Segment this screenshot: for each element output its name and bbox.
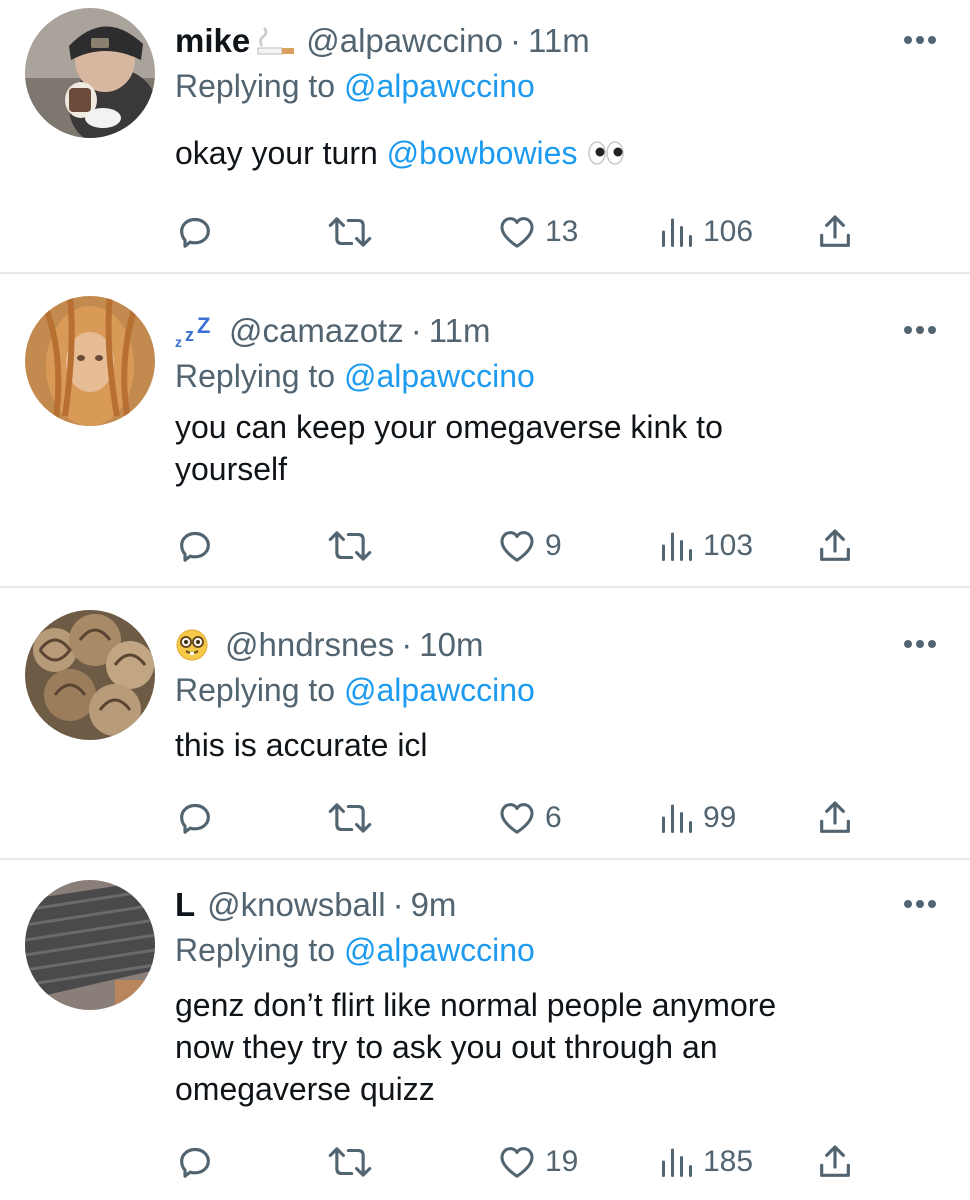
reply-item[interactable]: L @knowsball · 9m Replying to @alpawccin… bbox=[0, 860, 970, 1200]
share-button[interactable] bbox=[815, 1140, 855, 1184]
timestamp[interactable]: 10m bbox=[419, 626, 483, 664]
views-icon bbox=[659, 800, 695, 836]
replying-to: Replying to @alpawccino bbox=[175, 358, 535, 394]
views-button[interactable]: 185 bbox=[659, 1140, 753, 1184]
reply-header: @hndrsnes · 10m bbox=[175, 622, 940, 668]
like-button[interactable]: 13 bbox=[497, 210, 578, 254]
retweet-button[interactable] bbox=[327, 1140, 373, 1184]
views-icon bbox=[659, 214, 695, 250]
mention-link[interactable]: @bowbowies bbox=[387, 132, 578, 174]
avatar[interactable] bbox=[25, 8, 155, 138]
share-button[interactable] bbox=[815, 524, 855, 568]
retweet-icon bbox=[327, 798, 373, 838]
cigarette-icon bbox=[256, 26, 296, 56]
reply-button[interactable] bbox=[175, 210, 215, 254]
nerd-face-icon bbox=[175, 628, 209, 662]
like-count: 9 bbox=[545, 529, 562, 562]
views-icon bbox=[659, 1144, 695, 1180]
like-count: 6 bbox=[545, 801, 562, 834]
retweet-icon bbox=[327, 212, 373, 252]
reply-header: mike @alpawccino · 11m bbox=[175, 18, 940, 64]
more-options-icon[interactable] bbox=[900, 20, 940, 60]
like-count: 13 bbox=[545, 215, 579, 248]
handle[interactable]: @camazotz bbox=[229, 312, 404, 350]
reply-text: this is accurate icl bbox=[175, 727, 428, 763]
reply-button[interactable] bbox=[175, 1140, 215, 1184]
reply-button[interactable] bbox=[175, 796, 215, 840]
handle[interactable]: @hndrsnes bbox=[225, 626, 394, 664]
reply-item[interactable]: @hndrsnes · 10m Replying to @alpawccino … bbox=[0, 588, 970, 858]
views-count: 103 bbox=[703, 529, 754, 562]
svg-text:z: z bbox=[175, 334, 182, 349]
retweet-button[interactable] bbox=[327, 796, 373, 840]
heart-icon bbox=[497, 798, 537, 838]
reply-item[interactable]: mike @alpawccino · 11m Replying to @alpa… bbox=[0, 0, 970, 272]
heart-icon bbox=[497, 526, 537, 566]
like-button[interactable]: 9 bbox=[497, 524, 562, 568]
replying-to: Replying to @alpawccino bbox=[175, 68, 535, 104]
timestamp[interactable]: 9m bbox=[411, 886, 457, 924]
replying-to-link[interactable]: @alpawccino bbox=[344, 932, 535, 968]
reply-header: z z Z @camazotz · 11m bbox=[175, 308, 940, 354]
like-button[interactable]: 19 bbox=[497, 1140, 578, 1184]
share-icon bbox=[815, 798, 855, 838]
retweet-icon bbox=[327, 1142, 373, 1182]
more-options-icon[interactable] bbox=[900, 310, 940, 350]
share-icon bbox=[815, 526, 855, 566]
replying-to-link[interactable]: @alpawccino bbox=[344, 68, 535, 104]
reply-text: genz don’t flirt like normal people anym… bbox=[175, 987, 777, 1107]
reply-icon bbox=[175, 526, 215, 566]
display-name[interactable]: L bbox=[175, 886, 195, 924]
reply-header: L @knowsball · 9m bbox=[175, 882, 940, 928]
like-count: 19 bbox=[545, 1145, 579, 1178]
zzz-icon: z z Z bbox=[175, 313, 219, 349]
reply-text: okay your turn @bowbowies bbox=[175, 132, 940, 174]
retweet-button[interactable] bbox=[327, 210, 373, 254]
reply-icon bbox=[175, 798, 215, 838]
share-icon bbox=[815, 212, 855, 252]
views-button[interactable]: 103 bbox=[659, 524, 753, 568]
retweet-button[interactable] bbox=[327, 524, 373, 568]
handle[interactable]: @alpawccino bbox=[306, 22, 503, 60]
views-count: 99 bbox=[703, 801, 737, 834]
display-name[interactable]: mike bbox=[175, 22, 250, 60]
timestamp[interactable]: 11m bbox=[429, 312, 491, 350]
replying-to: Replying to @alpawccino bbox=[175, 672, 535, 708]
views-button[interactable]: 99 bbox=[659, 796, 736, 840]
share-button[interactable] bbox=[815, 796, 855, 840]
share-icon bbox=[815, 1142, 855, 1182]
avatar[interactable] bbox=[25, 296, 155, 426]
reply-icon bbox=[175, 212, 215, 252]
views-count: 185 bbox=[703, 1145, 754, 1178]
reply-button[interactable] bbox=[175, 524, 215, 568]
share-button[interactable] bbox=[815, 210, 855, 254]
reply-thread: mike @alpawccino · 11m Replying to @alpa… bbox=[0, 0, 970, 1200]
eyes-icon bbox=[587, 141, 625, 165]
reply-text: you can keep your omegaverse kink to you… bbox=[175, 409, 723, 487]
heart-icon bbox=[497, 212, 537, 252]
replying-to-link[interactable]: @alpawccino bbox=[344, 358, 535, 394]
avatar[interactable] bbox=[25, 610, 155, 740]
like-button[interactable]: 6 bbox=[497, 796, 562, 840]
views-icon bbox=[659, 528, 695, 564]
replying-to-link[interactable]: @alpawccino bbox=[344, 672, 535, 708]
heart-icon bbox=[497, 1142, 537, 1182]
more-options-icon[interactable] bbox=[900, 884, 940, 924]
retweet-icon bbox=[327, 526, 373, 566]
avatar[interactable] bbox=[25, 880, 155, 1010]
timestamp[interactable]: 11m bbox=[528, 22, 590, 60]
more-options-icon[interactable] bbox=[900, 624, 940, 664]
svg-text:z: z bbox=[185, 325, 194, 345]
views-count: 106 bbox=[703, 215, 754, 248]
handle[interactable]: @knowsball bbox=[207, 886, 385, 924]
svg-text:Z: Z bbox=[197, 313, 210, 338]
reply-item[interactable]: z z Z @camazotz · 11m Replying to @alpaw… bbox=[0, 274, 970, 586]
reply-icon bbox=[175, 1142, 215, 1182]
replying-to: Replying to @alpawccino bbox=[175, 932, 535, 968]
views-button[interactable]: 106 bbox=[659, 210, 753, 254]
